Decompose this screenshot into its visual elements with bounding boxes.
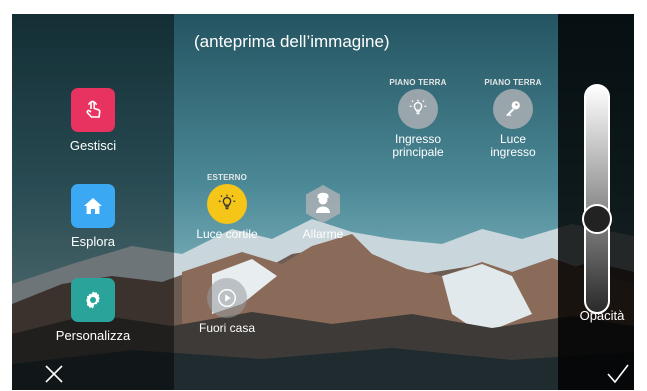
lamp-icon [207,184,247,224]
lamp-icon [398,89,438,129]
close-icon[interactable] [42,362,66,386]
device-luce-ingresso[interactable]: PIANO TERRA Luce ingresso [468,76,558,159]
device-allarme[interactable]: Allarme [278,171,368,241]
gear-icon [71,278,115,322]
opacity-label: Opacità [579,308,625,323]
menu-item-personalizza[interactable]: Personalizza [28,278,158,343]
house-icon [71,184,115,228]
wallpaper-preview-screen: (anteprima dell’immagine) Gestisci Esplo… [12,14,634,390]
opacity-slider-handle[interactable] [582,203,612,234]
check-icon[interactable] [606,362,630,386]
zone-label: PIANO TERRA [389,78,447,87]
device-label-line-2: principale [392,145,444,159]
zone-label: ESTERNO [206,173,248,182]
guard-icon [304,184,342,224]
zone-label: PIANO TERRA [484,78,542,87]
menu-item-gestisci[interactable]: Gestisci [28,88,158,153]
opacity-slider[interactable] [582,84,612,314]
device-label: Allarme [302,227,344,241]
menu-item-esplora[interactable]: Esplora [28,184,158,249]
menu-label-personalizza: Personalizza [55,328,131,343]
menu-label-gestisci: Gestisci [69,138,117,153]
key-icon [493,89,533,129]
scenario-icon [207,278,247,318]
device-ingresso-principale[interactable]: PIANO TERRA Ingresso principale [373,76,463,159]
hand-tap-icon [71,88,115,132]
menu-label-esplora: Esplora [70,234,116,249]
device-label-line-2: ingresso [490,145,536,159]
device-luce-cortile[interactable]: ESTERNO Luce cortile [182,171,272,241]
device-label: Luce cortile [196,227,258,241]
preview-title: (anteprima dell’immagine) [194,32,390,51]
scenario-fuori-casa[interactable]: Fuori casa [182,278,272,335]
scenario-label: Fuori casa [198,321,256,335]
